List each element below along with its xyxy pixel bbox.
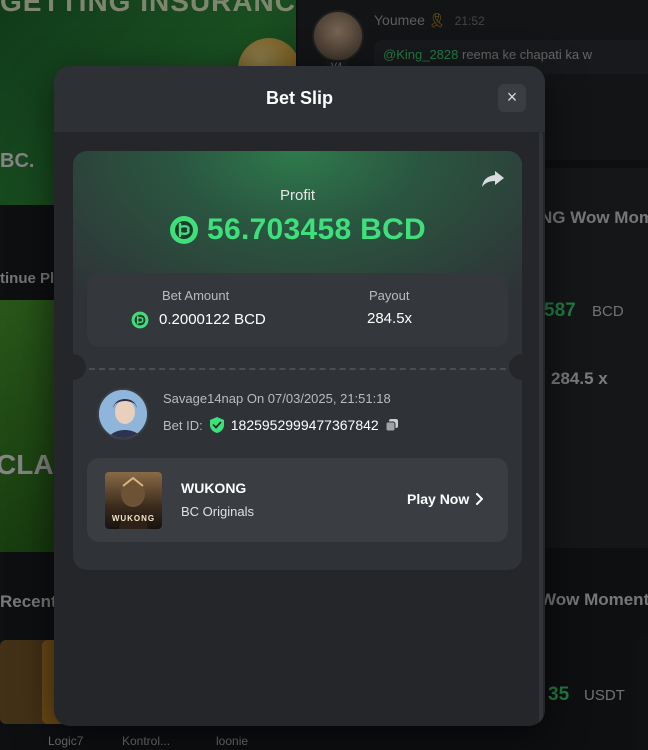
- close-button[interactable]: ×: [498, 84, 526, 112]
- close-icon: ×: [506, 87, 518, 107]
- game-name: WUKONG: [181, 480, 247, 496]
- modal-title: Bet Slip: [265, 88, 333, 108]
- payout-value: 284.5x: [367, 310, 413, 327]
- payout-label: Payout: [369, 288, 410, 303]
- game-provider: BC Originals: [181, 504, 254, 519]
- bet-id-label: Bet ID:: [163, 417, 203, 433]
- bet-amount-label: Bet Amount: [162, 288, 230, 303]
- ticket-perforation: [89, 368, 506, 370]
- verified-shield-icon: [209, 417, 224, 433]
- bet-amount-value: 0.2000122 BCD: [159, 311, 266, 328]
- avatar-illustration-icon: [99, 390, 147, 438]
- page: GETTING INSURANCE BC. V4 Youmee🎗21:52 @K…: [0, 0, 648, 750]
- bet-id-row: Bet ID: 1825952999477367842: [163, 416, 399, 434]
- bettor-and-time: Savage14nap On 07/03/2025, 21:51:18: [163, 391, 391, 406]
- copy-icon[interactable]: [385, 418, 399, 432]
- play-now-label: Play Now: [407, 491, 470, 507]
- profit-amount: 56.703458 BCD: [206, 213, 427, 246]
- profit-row: 56.703458 BCD: [73, 213, 522, 247]
- profit-label: Profit: [279, 187, 315, 204]
- game-thumbnail: WUKONG: [105, 472, 162, 529]
- bettor-avatar[interactable]: [97, 388, 149, 440]
- bet-id-value: 1825952999477367842: [230, 417, 379, 433]
- bcd-coin-icon: [131, 311, 149, 329]
- game-thumbnail-text: WUKONG: [111, 514, 156, 523]
- game-card[interactable]: WUKONG WUKONG BC Originals Play Now: [87, 458, 508, 542]
- ticket-notch-right: [509, 354, 522, 380]
- bet-stats-box: Bet Amount 0.2000122 BCD Payout 284.5x: [87, 273, 508, 347]
- chevron-right-icon: [476, 493, 484, 505]
- bcd-coin-icon: [169, 216, 198, 244]
- play-now-button[interactable]: Play Now: [407, 491, 484, 507]
- bet-ticket-card: Profit 56.703458 BCD Bet Amount 0.200012…: [73, 151, 522, 570]
- modal-header: Bet Slip ×: [54, 66, 545, 132]
- modal-scrollbar[interactable]: [539, 132, 543, 722]
- bet-slip-modal: Bet Slip × Profit 56.703458 BCD Bet Amou…: [54, 66, 545, 726]
